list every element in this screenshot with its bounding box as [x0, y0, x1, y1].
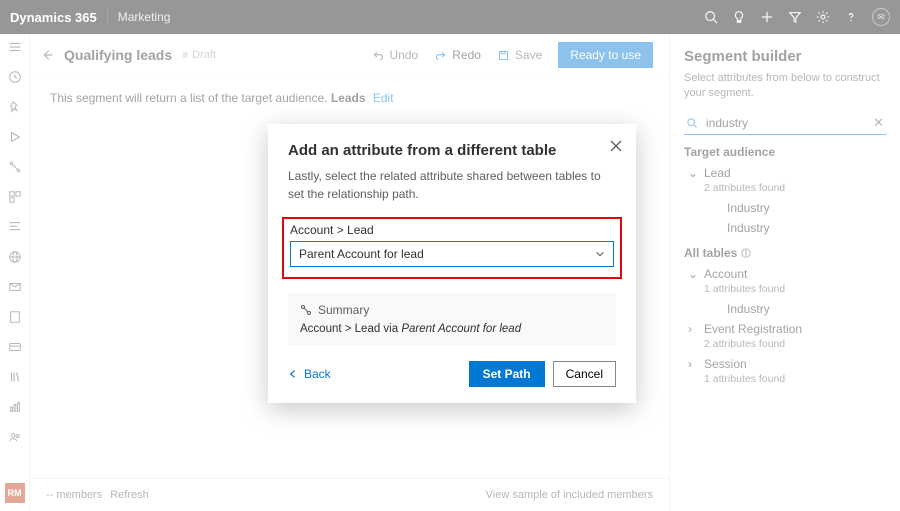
back-link[interactable]: Back	[288, 367, 331, 381]
dialog-title: Add an attribute from a different table	[288, 142, 616, 159]
chevron-down-icon	[595, 249, 605, 259]
set-path-button[interactable]: Set Path	[469, 361, 545, 387]
summary-box: Summary Account > Lead via Parent Accoun…	[288, 293, 616, 345]
dialog-description: Lastly, select the related attribute sha…	[288, 167, 616, 203]
path-crumb: Account > Lead	[290, 223, 614, 237]
relationship-select[interactable]: Parent Account for lead	[290, 241, 614, 267]
cancel-button[interactable]: Cancel	[553, 361, 616, 387]
highlight-box: Account > Lead Parent Account for lead	[282, 217, 622, 279]
close-icon[interactable]	[610, 140, 622, 152]
add-attribute-dialog: Add an attribute from a different table …	[268, 124, 636, 403]
summary-icon	[300, 304, 312, 316]
summary-text: Account > Lead via Parent Account for le…	[300, 323, 604, 335]
